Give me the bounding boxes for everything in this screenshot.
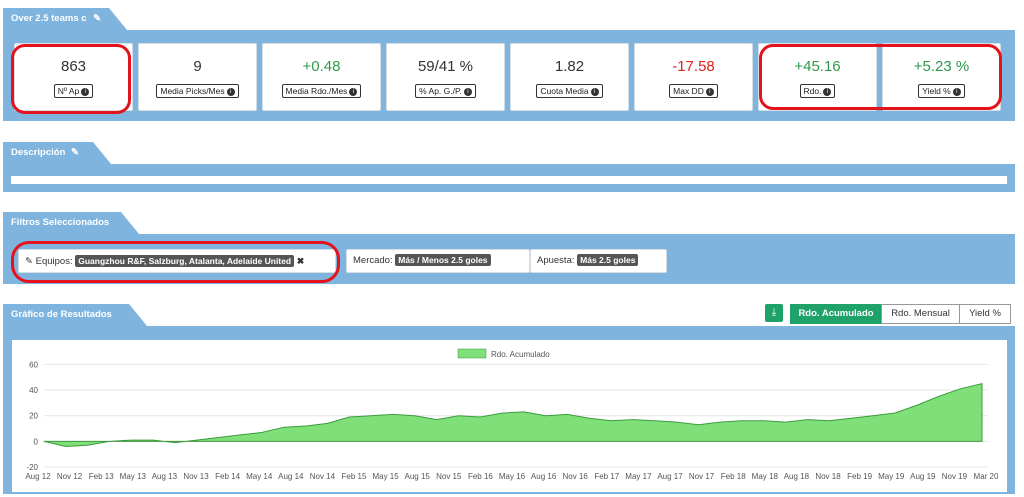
stat-card: 59/41 % % Ap. G./P. i bbox=[386, 43, 505, 111]
stat-value: 59/41 % bbox=[417, 58, 474, 75]
x-tick-label: Mar 20 bbox=[974, 472, 999, 481]
x-tick-label: Aug 17 bbox=[657, 472, 683, 481]
highlight-box-ap bbox=[11, 44, 131, 114]
description-title: Descripción bbox=[11, 147, 66, 158]
stat-value: -17.58 bbox=[672, 58, 715, 75]
tab-rdo-mensual[interactable]: Rdo. Mensual bbox=[881, 304, 960, 324]
area-series bbox=[43, 382, 983, 448]
chart-container: -20 0 20 40 60 Aug 12 Nov 12 Feb 13 May 13 Aug 13… bbox=[12, 340, 1007, 492]
info-icon[interactable]: i bbox=[590, 87, 599, 96]
x-tick-label: Feb 13 bbox=[89, 472, 114, 481]
x-tick-label: Feb 16 bbox=[468, 472, 493, 481]
y-tick-label: 60 bbox=[29, 360, 38, 369]
info-icon[interactable]: i bbox=[226, 87, 235, 96]
x-tick-label: Aug 16 bbox=[531, 472, 557, 481]
x-tick-label: Aug 14 bbox=[278, 472, 304, 481]
stat-label[interactable]: Cuota Media i bbox=[536, 84, 603, 98]
stat-label[interactable]: Media Rdo./Mes i bbox=[281, 84, 362, 98]
x-tick-label: Feb 15 bbox=[342, 472, 367, 481]
description-field[interactable] bbox=[11, 176, 1007, 184]
filter-mercado-value: Más / Menos 2.5 goles bbox=[395, 254, 491, 266]
stat-label-text: Cuota Media bbox=[540, 86, 589, 96]
x-tick-label: Aug 13 bbox=[152, 472, 178, 481]
x-tick-label: May 16 bbox=[499, 472, 526, 481]
x-tick-label: Feb 14 bbox=[215, 472, 240, 481]
x-tick-label: Nov 14 bbox=[310, 472, 336, 481]
strategy-title: Over 2.5 teams c bbox=[11, 13, 87, 24]
filter-apuesta-value: Más 2.5 goles bbox=[577, 254, 639, 266]
info-icon[interactable]: i bbox=[705, 87, 714, 96]
info-icon[interactable]: i bbox=[349, 87, 358, 96]
filter-apuesta[interactable]: Apuesta: Más 2.5 goles bbox=[530, 249, 667, 273]
strategy-title-tab: Over 2.5 teams c ✎ bbox=[3, 8, 127, 30]
x-tick-label: May 13 bbox=[120, 472, 147, 481]
pencil-icon[interactable]: ✎ bbox=[71, 147, 79, 158]
stat-label[interactable]: % Ap. G./P. i bbox=[415, 84, 476, 98]
x-tick-label: Aug 12 bbox=[25, 472, 51, 481]
filter-apuesta-label: Apuesta: bbox=[537, 255, 575, 266]
legend-swatch bbox=[457, 348, 487, 359]
x-tick-label: Aug 15 bbox=[405, 472, 431, 481]
y-tick-label: 40 bbox=[29, 386, 38, 395]
stat-label-text: % Ap. G./P. bbox=[419, 86, 462, 96]
info-icon[interactable]: i bbox=[463, 87, 472, 96]
stat-card: +0.48 Media Rdo./Mes i bbox=[262, 43, 381, 111]
stat-card: 1.82 Cuota Media i bbox=[510, 43, 629, 111]
filter-mercado-label: Mercado: bbox=[353, 255, 393, 266]
x-tick-label: Nov 19 bbox=[942, 472, 968, 481]
y-tick-label: 0 bbox=[34, 437, 39, 446]
stat-label[interactable]: Media Picks/Mes i bbox=[156, 84, 239, 98]
results-title: Gráfico de Resultados bbox=[11, 309, 112, 320]
tab-yield[interactable]: Yield % bbox=[959, 304, 1011, 324]
highlight-box-rdo-yield bbox=[759, 44, 1002, 110]
pencil-icon[interactable]: ✎ bbox=[93, 13, 101, 24]
x-tick-label: Feb 19 bbox=[847, 472, 872, 481]
stat-card: -17.58 Max DD i bbox=[634, 43, 753, 111]
stat-value: 1.82 bbox=[554, 58, 585, 75]
legend-label: Rdo. Acumulado bbox=[491, 350, 550, 359]
x-tick-label: May 18 bbox=[752, 472, 779, 481]
stat-card: 9 Media Picks/Mes i bbox=[138, 43, 257, 111]
x-tick-label: Nov 18 bbox=[815, 472, 841, 481]
x-tick-label: Nov 12 bbox=[57, 472, 83, 481]
filter-mercado[interactable]: Mercado: Más / Menos 2.5 goles bbox=[346, 249, 530, 273]
results-tab: Gráfico de Resultados bbox=[3, 304, 147, 326]
x-tick-label: Aug 18 bbox=[784, 472, 810, 481]
description-tab: Descripción ✎ bbox=[3, 142, 111, 164]
download-icon[interactable]: ⤓ bbox=[765, 304, 783, 322]
x-tick-label: Nov 16 bbox=[563, 472, 589, 481]
stat-value: +0.48 bbox=[302, 58, 341, 75]
x-tick-label: May 19 bbox=[878, 472, 905, 481]
x-tick-label: Feb 18 bbox=[721, 472, 746, 481]
x-tick-label: Nov 17 bbox=[689, 472, 715, 481]
stat-label[interactable]: Max DD i bbox=[669, 84, 718, 98]
stat-label-text: Media Rdo./Mes bbox=[285, 86, 348, 96]
x-tick-label: May 14 bbox=[246, 472, 273, 481]
stat-value: 9 bbox=[193, 58, 202, 75]
tab-rdo-acumulado[interactable]: Rdo. Acumulado bbox=[790, 304, 882, 324]
highlight-box-equipos bbox=[11, 241, 340, 283]
filters-title: Filtros Seleccionados bbox=[11, 217, 110, 228]
y-tick-label: -20 bbox=[26, 463, 38, 472]
filters-tab: Filtros Seleccionados bbox=[3, 212, 139, 234]
x-tick-label: Feb 17 bbox=[594, 472, 619, 481]
description-band bbox=[3, 164, 1015, 192]
x-tick-label: Nov 15 bbox=[436, 472, 462, 481]
y-tick-label: 20 bbox=[29, 412, 38, 421]
x-tick-label: May 15 bbox=[372, 472, 399, 481]
x-tick-label: Nov 13 bbox=[183, 472, 209, 481]
stat-label-text: Media Picks/Mes bbox=[160, 86, 225, 96]
stat-label-text: Max DD bbox=[673, 86, 704, 96]
x-tick-label: May 17 bbox=[625, 472, 652, 481]
x-tick-label: Aug 19 bbox=[910, 472, 936, 481]
results-chart: -20 0 20 40 60 Aug 12 Nov 12 Feb 13 May 13 Aug 13… bbox=[25, 348, 999, 481]
